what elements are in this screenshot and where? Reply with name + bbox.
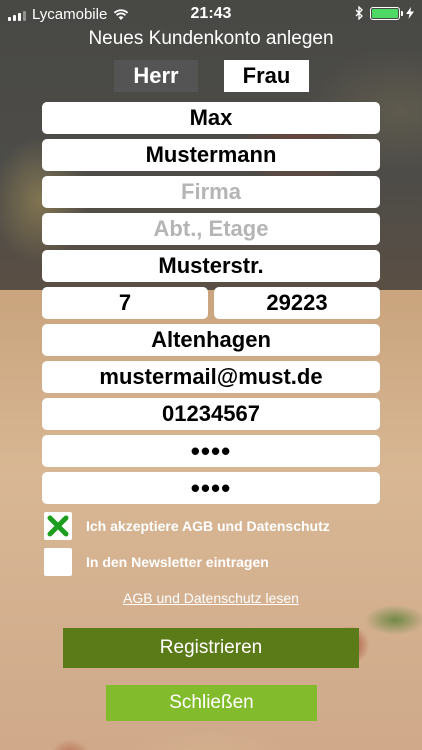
agb-link[interactable]: AGB und Datenschutz lesen [0, 590, 422, 606]
status-right [355, 6, 414, 20]
agb-checkbox-label: Ich akzeptiere AGB und Datenschutz [86, 518, 330, 534]
newsletter-checkbox-row[interactable]: In den Newsletter eintragen [44, 548, 269, 576]
check-mark-icon [47, 515, 69, 537]
newsletter-checkbox-label: In den Newsletter eintragen [86, 554, 269, 570]
charging-bolt-icon [406, 7, 414, 19]
register-button[interactable]: Registrieren [63, 628, 359, 668]
newsletter-checkbox[interactable] [44, 548, 72, 576]
password-field[interactable]: •••• [42, 435, 380, 467]
gender-option-herr[interactable]: Herr [114, 60, 198, 92]
city-field[interactable]: Altenhagen [42, 324, 380, 356]
last-name-field[interactable]: Mustermann [42, 139, 380, 171]
department-field[interactable]: Abt., Etage [42, 213, 380, 245]
street-field[interactable]: Musterstr. [42, 250, 380, 282]
agb-checkbox-row[interactable]: Ich akzeptiere AGB und Datenschutz [44, 512, 330, 540]
house-number-field[interactable]: 7 [42, 287, 208, 319]
password-repeat-field[interactable]: •••• [42, 472, 380, 504]
close-button[interactable]: Schließen [106, 685, 317, 721]
agb-checkbox[interactable] [44, 512, 72, 540]
status-bar: Lycamobile 21:43 [0, 0, 422, 28]
bluetooth-icon [355, 6, 363, 20]
gender-option-frau[interactable]: Frau [224, 60, 309, 92]
page-title: Neues Kundenkonto anlegen [88, 28, 334, 49]
phone-field[interactable]: 01234567 [42, 398, 380, 430]
company-field[interactable]: Firma [42, 176, 380, 208]
email-field[interactable]: mustermail@must.de [42, 361, 380, 393]
first-name-field[interactable]: Max [42, 102, 380, 134]
zip-field[interactable]: 29223 [214, 287, 380, 319]
battery-icon [370, 6, 403, 20]
